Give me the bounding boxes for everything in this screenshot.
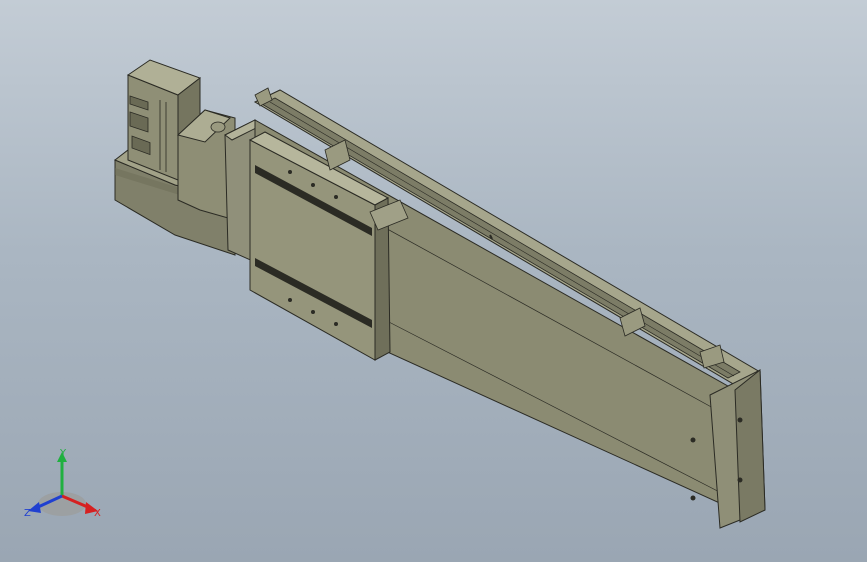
orientation-triad: Y X Z bbox=[24, 448, 101, 519]
x-axis-label: X bbox=[94, 508, 101, 519]
graphics-viewport[interactable]: Y X Z bbox=[0, 0, 867, 562]
linear-actuator-model[interactable] bbox=[0, 0, 867, 562]
y-axis-label: Y bbox=[59, 448, 67, 459]
z-axis-label: Z bbox=[24, 508, 31, 519]
